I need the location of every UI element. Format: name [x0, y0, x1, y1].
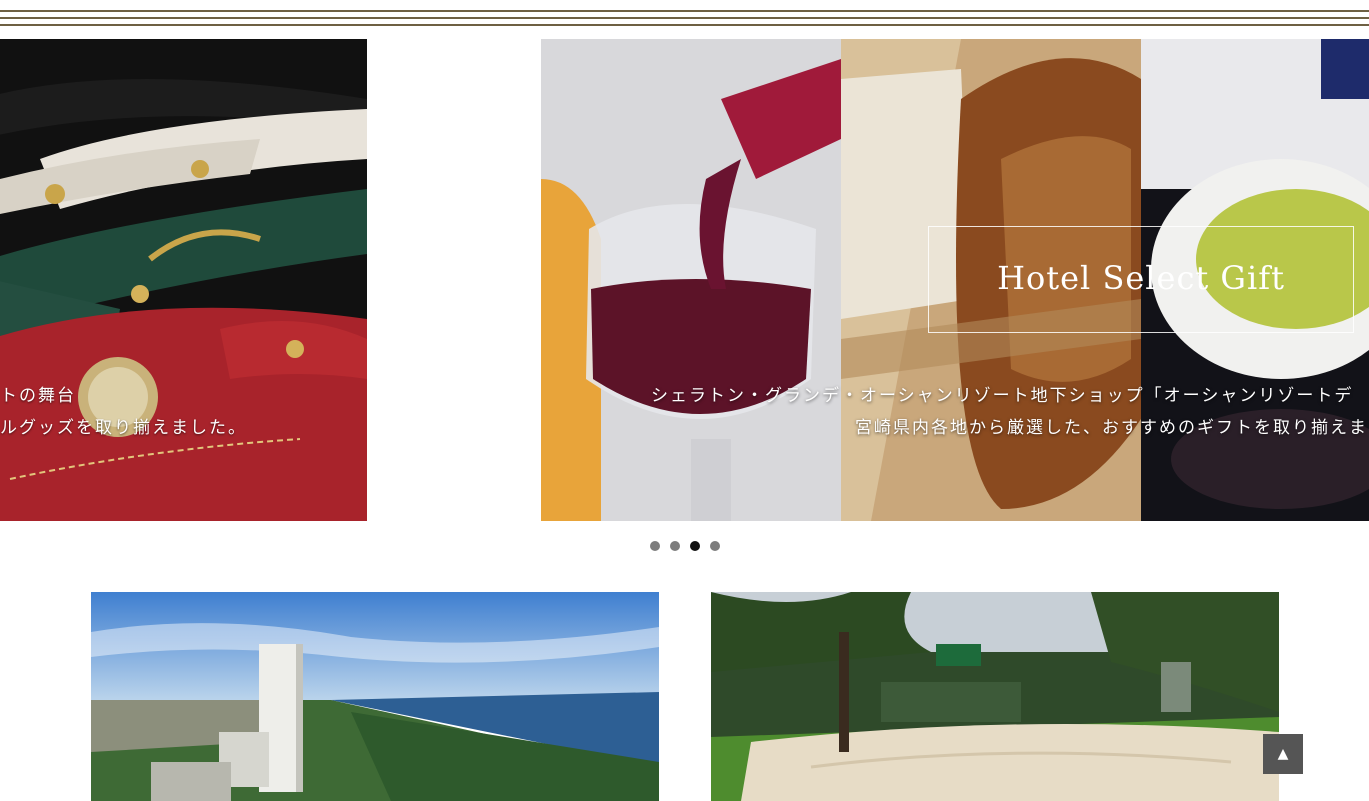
- slide-caption-line1: トの舞台: [0, 386, 76, 406]
- hotel-aerial-image: [91, 592, 659, 801]
- slide-title: Hotel Select Gift: [997, 259, 1285, 297]
- gift-title-frame: Hotel Select Gift: [928, 226, 1354, 333]
- carousel-dot-2[interactable]: [670, 541, 680, 551]
- slide-caption-line1: シェラトン・グランデ・オーシャンリゾート地下ショップ「オーシャンリゾートデ: [651, 386, 1354, 406]
- slide-caption-line2: ルグッズを取り揃えました。: [0, 418, 247, 438]
- carousel-slide-active[interactable]: Hotel Select Gift シェラトン・グランデ・オーシャンリゾート地下…: [541, 39, 1369, 521]
- golf-course-image: [711, 592, 1279, 801]
- carousel-dot-1[interactable]: [650, 541, 660, 551]
- carousel-dot-3[interactable]: [690, 541, 700, 551]
- slide-caption-line2: 宮崎県内各地から厳選した、おすすめのギフトを取り揃えま: [855, 418, 1368, 438]
- carousel-slide-prev[interactable]: トの舞台 ルグッズを取り揃えました。: [0, 39, 367, 521]
- back-to-top-button[interactable]: ▲: [1263, 734, 1303, 774]
- slide-image-key-tags: [0, 39, 367, 521]
- header-divider: [0, 10, 1369, 26]
- feature-card-golf[interactable]: [711, 592, 1279, 801]
- carousel-dot-4[interactable]: [710, 541, 720, 551]
- feature-card-hotel[interactable]: [91, 592, 659, 801]
